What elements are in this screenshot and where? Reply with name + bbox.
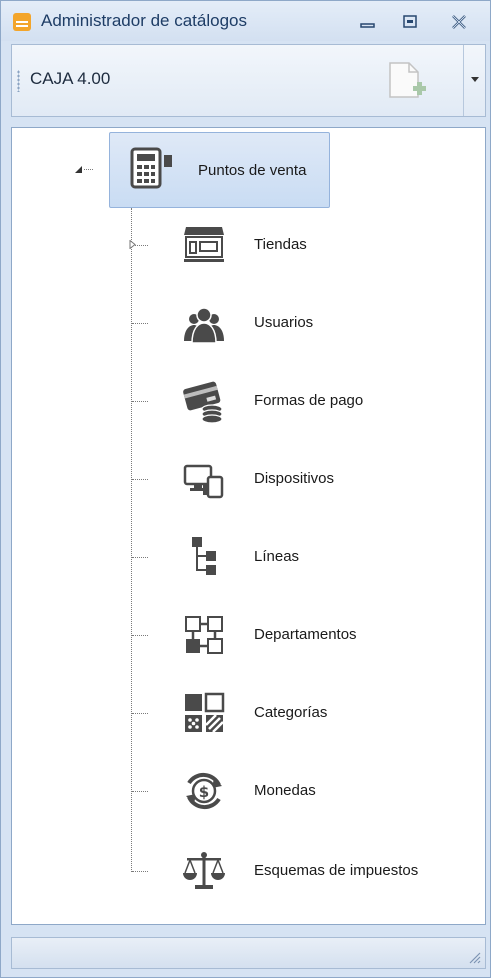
tree-connector: [132, 479, 148, 480]
catalog-manager-window: Administrador de catálogos CAJA 4.00 Pun…: [0, 0, 491, 978]
tree-node-label: Líneas: [254, 548, 300, 565]
new-item-button[interactable]: [382, 57, 430, 105]
title-bar[interactable]: Administrador de catálogos: [1, 1, 490, 41]
new-document-icon: [389, 62, 426, 98]
tree-node-label: Puntos de venta: [198, 162, 307, 179]
toolbar-title: CAJA 4.00: [30, 69, 111, 88]
users-icon: [184, 307, 224, 344]
tree-node-label: Formas de pago: [254, 392, 364, 409]
tree-connector: [132, 791, 148, 792]
toolbar-dropdown-button[interactable]: [468, 72, 482, 86]
tree-connector: [132, 871, 148, 872]
catalog-tree[interactable]: Puntos de venta Tiendas Usuarios Formas …: [11, 127, 486, 925]
minimize-icon: [360, 23, 375, 28]
tree-node-label: Usuarios: [254, 314, 314, 331]
svg-text:$: $: [199, 783, 209, 801]
toolbar-separator: [463, 45, 464, 116]
tree-node-label: Esquemas de impuestos: [254, 862, 419, 879]
departments-icon: [185, 616, 223, 654]
store-icon: [184, 227, 224, 262]
collapse-arrow-icon[interactable]: [74, 165, 83, 174]
tree-node-label: Departamentos: [254, 626, 357, 643]
restore-icon: [403, 15, 417, 28]
tree-connector-vertical: [131, 208, 132, 872]
categories-icon: [185, 692, 225, 733]
tree-node-label: Tiendas: [254, 236, 307, 253]
tree-connector: [132, 635, 148, 636]
catalog-app-icon: [13, 13, 31, 31]
payment-card-icon: [183, 381, 223, 423]
resize-grip-icon[interactable]: [467, 950, 481, 964]
cash-register-icon: [130, 147, 172, 189]
tree-connector: [132, 323, 148, 324]
hierarchy-icon: [192, 537, 216, 575]
tree-connector: [84, 169, 93, 170]
scales-icon: [183, 852, 225, 889]
chevron-down-icon: [471, 77, 479, 82]
expand-arrow-icon[interactable]: [129, 240, 138, 249]
tree-connector: [132, 557, 148, 558]
toolbar: CAJA 4.00: [11, 44, 486, 117]
tree-node-label: Monedas: [254, 782, 316, 799]
status-bar: [11, 937, 486, 969]
tree-connector: [132, 401, 148, 402]
devices-icon: [183, 464, 224, 499]
minimize-button[interactable]: [356, 13, 378, 31]
toolbar-grip[interactable]: [17, 70, 20, 92]
tree-node-label: Dispositivos: [254, 470, 335, 487]
tree-node-puntos-de-venta[interactable]: Puntos de venta: [109, 132, 330, 208]
close-button[interactable]: [448, 13, 470, 31]
currency-exchange-icon: $: [186, 772, 222, 810]
close-icon: [452, 15, 466, 29]
tree-node-label: Categorías: [254, 704, 328, 721]
tree-connector: [132, 713, 148, 714]
window-title: Administrador de catálogos: [41, 11, 248, 30]
restore-button[interactable]: [399, 13, 421, 31]
